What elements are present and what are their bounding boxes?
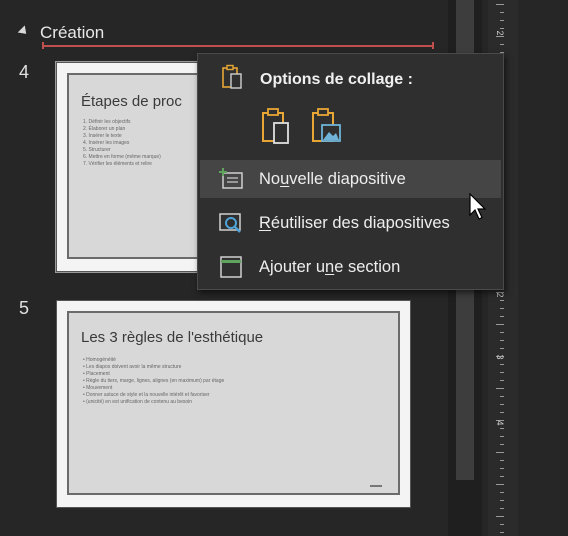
collapse-caret-icon[interactable]	[17, 24, 30, 37]
ruler-tick	[500, 436, 504, 437]
ruler-label: 2	[495, 30, 505, 36]
ruler-tick	[500, 308, 504, 309]
slide-title: Les 3 règles de l'esthétique	[81, 329, 264, 346]
context-menu: Options de collage : Nouvelle diapositiv…	[197, 53, 504, 290]
bullet: 7. Vérifier les éléments et relire	[83, 161, 152, 167]
ruler-tick	[500, 412, 504, 413]
ruler-tick	[496, 452, 504, 453]
ruler-tick	[500, 364, 504, 365]
paste-options-row	[258, 106, 344, 146]
ruler-tick	[500, 476, 504, 477]
editor-background	[518, 0, 568, 536]
bullet: • Mouvement	[83, 385, 113, 391]
ruler-tick	[500, 12, 504, 13]
paste-options-label: Options de collage :	[260, 70, 413, 88]
ruler-tick	[500, 524, 504, 525]
menu-item-new-slide[interactable]: Nouvelle diapositive	[200, 160, 501, 198]
menu-item-label: Nouvelle diapositive	[259, 169, 406, 188]
reuse-slides-icon	[216, 208, 246, 238]
ruler-label: 2	[495, 292, 505, 298]
section-insertion-line	[42, 42, 434, 49]
ruler-tick	[500, 348, 504, 349]
slide-thumbnail-5[interactable]: Les 3 règles de l'esthétique • Homogénéi…	[56, 300, 411, 508]
mouse-pointer-icon	[469, 193, 487, 220]
bullet: • Donner astuce de style et la nouvelle …	[83, 392, 210, 398]
ruler-tick	[496, 484, 504, 485]
new-slide-icon	[216, 164, 246, 194]
paste-picture-icon	[312, 108, 341, 142]
ruler-tick	[496, 516, 504, 517]
paste-keep-source-icon	[262, 108, 289, 144]
ruler-tick	[500, 332, 504, 333]
ruler-tick	[500, 404, 504, 405]
menu-item-label: Réutiliser des diapositives	[259, 213, 450, 232]
bullet: • (unicité) en est unification de conten…	[83, 399, 193, 405]
ruler-tick	[500, 380, 504, 381]
ruler-tick	[496, 324, 504, 325]
bullet: 5. Structurer	[83, 147, 111, 153]
bullet: 1. Définir les objectifs	[83, 119, 131, 125]
ruler-tick	[500, 396, 504, 397]
bullet: 2. Élaborer un plan	[83, 126, 126, 132]
bullet: 6. Mettre en forme (même marque)	[83, 154, 161, 160]
bullet: 3. Insérer le texte	[83, 133, 122, 139]
add-section-icon	[216, 252, 246, 282]
slide-bullet-list: 1. Définir les objectifs 2. Élaborer un …	[83, 119, 161, 168]
bullet: • Homogénéité	[83, 357, 116, 363]
slide-title: Étapes de proc	[81, 93, 182, 110]
ruler-label: 4	[495, 420, 505, 426]
ruler-tick	[496, 388, 504, 389]
ruler-tick	[496, 4, 504, 5]
ruler-tick	[500, 508, 504, 509]
paste-keep-source-formatting-button[interactable]	[258, 106, 294, 146]
ruler-tick	[500, 468, 504, 469]
menu-item-reuse-slides[interactable]: Réutiliser des diapositives	[200, 204, 501, 242]
ruler-tick	[500, 532, 504, 533]
bullet: • Les diapos doivent avoir la même struc…	[83, 364, 182, 370]
slide-number-4: 4	[19, 62, 30, 82]
ruler-tick	[500, 500, 504, 501]
section-name: Création	[40, 23, 105, 42]
ruler-tick	[500, 20, 504, 21]
ruler-label: 3	[495, 354, 505, 360]
paste-options-header: Options de collage :	[220, 64, 413, 95]
ruler-tick	[500, 460, 504, 461]
slide-number-5: 5	[19, 298, 30, 318]
ruler-tick	[500, 372, 504, 373]
bullet: • Règle du tiers, marge, lignes, alignes…	[83, 378, 225, 384]
bullet: 4. Insérer les images	[83, 140, 130, 146]
slide-bullet-list: • Homogénéité • Les diapos doivent avoir…	[83, 357, 224, 406]
ruler-tick	[500, 340, 504, 341]
section-header[interactable]: Création	[17, 20, 105, 46]
bullet: • Placement	[83, 371, 110, 377]
ruler-tick	[500, 444, 504, 445]
ruler-tick	[500, 316, 504, 317]
clipboard-icon	[220, 64, 244, 95]
slide-content: Les 3 règles de l'esthétique • Homogénéi…	[67, 311, 400, 495]
paste-picture-button[interactable]	[308, 106, 344, 146]
ruler-tick	[500, 44, 504, 45]
ruler-tick	[500, 492, 504, 493]
slide-footer-mark	[370, 485, 382, 487]
menu-item-add-section[interactable]: Ajouter une section	[200, 248, 501, 286]
menu-item-label: Ajouter une section	[259, 257, 401, 276]
